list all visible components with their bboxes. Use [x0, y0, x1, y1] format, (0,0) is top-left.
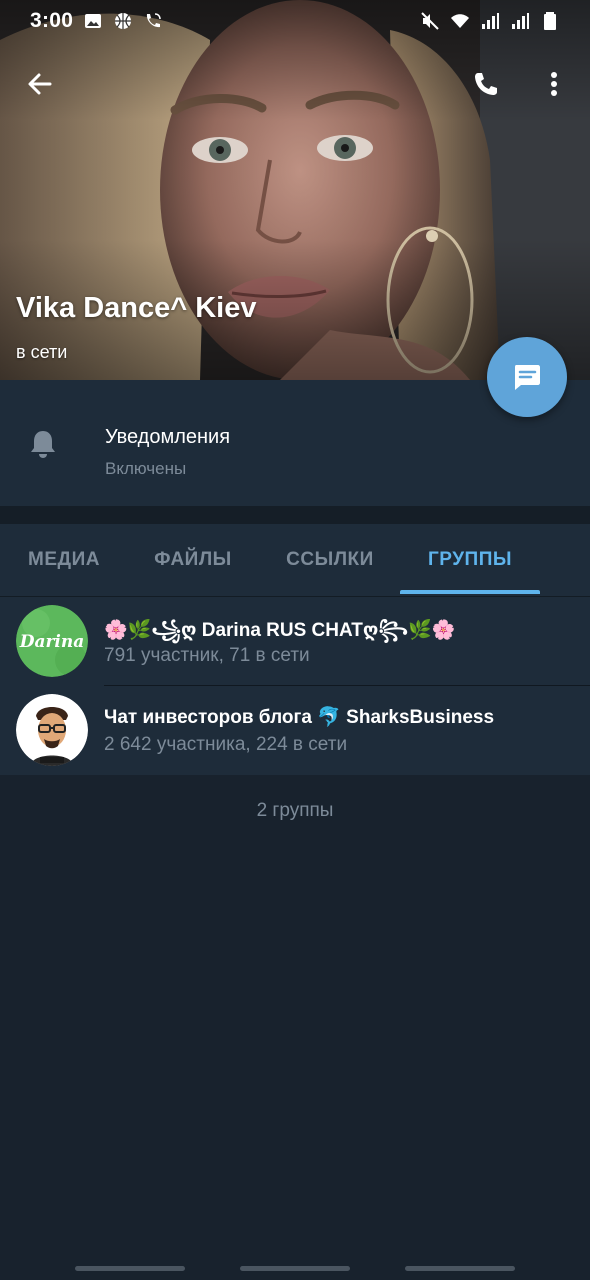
list-item[interactable]: Чат инвесторов блога 🐬 SharksBusiness 2 …	[0, 686, 590, 775]
avatar: Darina	[16, 605, 88, 677]
mute-icon	[421, 12, 439, 30]
status-time: 3:00	[30, 9, 74, 32]
avatar	[16, 694, 88, 766]
list-item[interactable]: Darina 🌸🌿꧁ღ Darina RUS CHATღ꧂🌿🌸 791 учас…	[0, 597, 590, 686]
status-left: 3:00	[30, 9, 163, 33]
battery-icon	[544, 12, 556, 30]
section-divider	[0, 506, 590, 524]
group-members: 2 642 участника, 224 в сети	[104, 734, 348, 755]
more-vert-icon	[551, 72, 557, 96]
notifications-title: Уведомления	[105, 426, 231, 448]
back-icon	[28, 73, 52, 95]
more-button[interactable]	[530, 60, 578, 108]
tab-files[interactable]: ФАЙЛЫ	[138, 524, 248, 596]
nav-back-button[interactable]	[405, 1266, 515, 1271]
tab-media[interactable]: МЕДИА	[10, 524, 118, 596]
tab-indicator	[400, 590, 540, 594]
groups-count: 2 группы	[256, 800, 334, 821]
basketball-icon	[115, 13, 132, 29]
tab-groups[interactable]: ГРУППЫ	[400, 524, 540, 596]
media-tabs: МЕДИА ФАЙЛЫ ССЫЛКИ ГРУППЫ	[0, 524, 590, 597]
nav-recent-button[interactable]	[75, 1266, 185, 1271]
wifi-icon	[451, 14, 469, 28]
sharks-avatar-image	[16, 694, 88, 766]
image-icon	[85, 14, 102, 28]
status-bar: 3:00	[0, 0, 590, 42]
wifi-call-icon	[147, 13, 161, 28]
avatar-text: Darina	[19, 632, 85, 652]
nav-home-button[interactable]	[240, 1266, 350, 1271]
call-button[interactable]	[462, 60, 510, 108]
signal-icon	[482, 13, 499, 29]
groups-list: Darina 🌸🌿꧁ღ Darina RUS CHATღ꧂🌿🌸 791 учас…	[0, 597, 590, 775]
profile-status: в сети	[16, 342, 68, 362]
status-right	[420, 11, 560, 31]
profile-header: 3:00 Vika Dance^ Kiev в сети	[0, 0, 590, 380]
group-title: Чат инвесторов блога 🐬 SharksBusiness	[104, 707, 495, 728]
darina-avatar-image: Darina	[16, 605, 88, 677]
tab-links[interactable]: ССЫЛКИ	[268, 524, 392, 596]
bell-icon	[31, 431, 55, 458]
group-members: 791 участник, 71 в сети	[104, 645, 310, 666]
phone-icon	[475, 73, 497, 95]
signal-icon	[512, 13, 529, 29]
profile-name: Vika Dance^ Kiev	[16, 292, 257, 324]
back-button[interactable]	[16, 60, 64, 108]
chat-icon	[515, 365, 540, 390]
message-fab-button[interactable]	[487, 337, 567, 417]
notifications-state: Включены	[105, 459, 187, 478]
